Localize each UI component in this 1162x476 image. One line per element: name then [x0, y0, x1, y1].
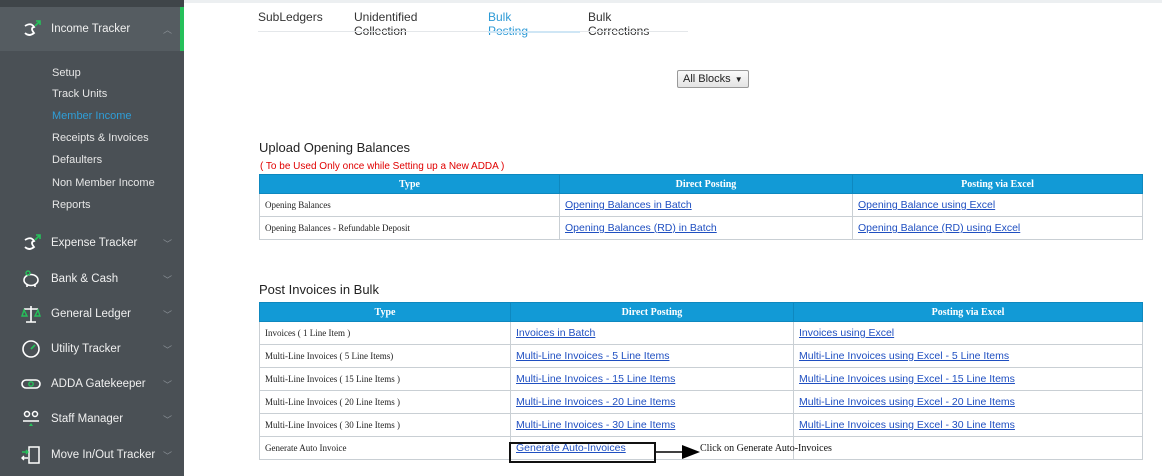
callout-text: Click on Generate Auto-Invoices [700, 443, 832, 454]
sidebar-subitem-setup[interactable]: Setup [52, 67, 81, 79]
sidebar-group-label: General Ledger [51, 308, 131, 320]
caret-down-icon: ▼ [734, 74, 743, 84]
scales-icon [20, 303, 42, 325]
opening-balances-note: ( To be Used Only once while Setting up … [260, 161, 505, 172]
piggy-bank-icon [20, 268, 42, 290]
expense-tracker-icon [20, 232, 42, 254]
block-select-value: All Blocks [683, 73, 731, 85]
sidebar-subitem-track-units[interactable]: Track Units [52, 88, 107, 100]
column-header: Type [259, 174, 560, 194]
chevron-up-icon: ︿ [163, 24, 173, 35]
row-type: Multi-Line Invoices ( 20 Line Items ) [259, 390, 511, 414]
column-header: Direct Posting [559, 174, 853, 194]
gauge-icon [20, 338, 42, 360]
row-type: Opening Balances [259, 193, 560, 217]
multi-line-15-link[interactable]: Multi-Line Invoices - 15 Line Items [516, 373, 675, 385]
table-header-row: Type Direct Posting Posting via Excel [259, 302, 1143, 322]
sidebar-top-edge [0, 0, 184, 7]
sidebar-group-label: Income Tracker [51, 23, 131, 35]
sidebar-subitem-defaulters[interactable]: Defaulters [52, 154, 102, 166]
chevron-down-icon: ﹀ [163, 450, 173, 461]
sidebar-subitem-member-income[interactable]: Member Income [52, 110, 131, 122]
table-row: Multi-Line Invoices ( 15 Line Items ) Mu… [259, 367, 1143, 391]
row-type: Multi-Line Invoices ( 15 Line Items ) [259, 367, 511, 391]
column-header: Direct Posting [510, 302, 794, 322]
tab-bulk-posting[interactable]: Bulk Posting [488, 10, 528, 38]
table-row: Opening Balances - Refundable Deposit Op… [259, 216, 1143, 240]
row-type: Opening Balances - Refundable Deposit [259, 216, 560, 240]
staff-icon [20, 408, 42, 430]
chevron-down-icon: ﹀ [163, 414, 173, 425]
table-row: Multi-Line Invoices ( 30 Line Items ) Mu… [259, 413, 1143, 437]
sidebar-group-general-ledger[interactable]: General Ledger ﹀ [0, 296, 184, 332]
multi-line-15-excel-link[interactable]: Multi-Line Invoices using Excel - 15 Lin… [799, 373, 1015, 385]
row-type: Multi-Line Invoices ( 5 Line Items) [259, 344, 511, 368]
gatekeeper-icon [20, 373, 42, 395]
chevron-down-icon: ﹀ [163, 274, 173, 285]
sidebar-group-bank-cash[interactable]: Bank & Cash ﹀ [0, 261, 184, 297]
invoices-excel-link[interactable]: Invoices using Excel [799, 327, 894, 339]
multi-line-20-link[interactable]: Multi-Line Invoices - 20 Line Items [516, 396, 675, 408]
column-header: Posting via Excel [852, 174, 1143, 194]
chevron-down-icon: ﹀ [163, 238, 173, 249]
table-row: Multi-Line Invoices ( 5 Line Items) Mult… [259, 344, 1143, 368]
sidebar-group-move-in-out-tracker[interactable]: Move In/Out Tracker ﹀ [0, 437, 184, 473]
tab-unidentified-collection[interactable]: Unidentified Collection [354, 10, 417, 38]
top-divider [184, 0, 1162, 3]
tab-subledgers[interactable]: SubLedgers [258, 10, 323, 24]
sidebar-group-label: Bank & Cash [51, 273, 119, 285]
sidebar-group-label: Move In/Out Tracker [51, 449, 156, 461]
sidebar-group-label: ADDA Gatekeeper [51, 378, 146, 390]
callout-highlight-box [509, 442, 656, 463]
invoices-batch-link[interactable]: Invoices in Batch [516, 327, 595, 339]
sidebar-subitem-non-member-income[interactable]: Non Member Income [52, 177, 155, 189]
row-type: Multi-Line Invoices ( 30 Line Items ) [259, 413, 511, 437]
multi-line-30-excel-link[interactable]: Multi-Line Invoices using Excel - 30 Lin… [799, 419, 1015, 431]
row-type: Invoices ( 1 Line Item ) [259, 321, 511, 345]
sidebar-group-income-tracker-row[interactable]: Income Tracker ︿ [0, 11, 184, 47]
opening-balances-batch-link[interactable]: Opening Balances in Batch [565, 199, 692, 211]
sidebar: Income Tracker ︿ Setup Track Units Membe… [0, 0, 184, 476]
post-invoices-table: Type Direct Posting Posting via Excel In… [259, 302, 1143, 460]
sidebar-group-adda-gatekeeper[interactable]: ADDA Gatekeeper ﹀ [0, 366, 184, 402]
table-row: Opening Balances Opening Balances in Bat… [259, 193, 1143, 217]
opening-balance-excel-link[interactable]: Opening Balance using Excel [858, 199, 995, 211]
column-header: Posting via Excel [793, 302, 1143, 322]
tab-bulk-corrections[interactable]: Bulk Corrections [588, 10, 649, 38]
tab-active-indicator [488, 31, 580, 33]
sidebar-group-expense-tracker[interactable]: Expense Tracker ﹀ [0, 225, 184, 261]
multi-line-5-excel-link[interactable]: Multi-Line Invoices using Excel - 5 Line… [799, 350, 1009, 362]
sidebar-group-staff-manager[interactable]: Staff Manager ﹀ [0, 401, 184, 437]
empty-cell [793, 436, 1143, 460]
table-row: Invoices ( 1 Line Item ) Invoices in Bat… [259, 321, 1143, 345]
sidebar-group-label: Staff Manager [51, 413, 124, 425]
opening-balance-rd-excel-link[interactable]: Opening Balance (RD) using Excel [858, 222, 1020, 234]
block-select[interactable]: All Blocks ▼ [677, 70, 749, 88]
sidebar-group-income-tracker[interactable]: Income Tracker ︿ [0, 7, 184, 51]
opening-balances-rd-batch-link[interactable]: Opening Balances (RD) in Batch [565, 222, 717, 234]
callout-arrow-icon [656, 445, 700, 459]
post-invoices-title: Post Invoices in Bulk [259, 282, 379, 297]
row-type: Generate Auto Invoice [259, 436, 511, 460]
multi-line-5-link[interactable]: Multi-Line Invoices - 5 Line Items [516, 350, 669, 362]
table-header-row: Type Direct Posting Posting via Excel [259, 174, 1143, 194]
sidebar-group-label: Expense Tracker [51, 237, 138, 249]
table-row: Multi-Line Invoices ( 20 Line Items ) Mu… [259, 390, 1143, 414]
sidebar-group-utility-tracker[interactable]: Utility Tracker ﹀ [0, 331, 184, 367]
opening-balances-table: Type Direct Posting Posting via Excel Op… [259, 174, 1143, 240]
chevron-down-icon: ﹀ [163, 379, 173, 390]
chevron-down-icon: ﹀ [163, 344, 173, 355]
sidebar-group-label: Utility Tracker [51, 343, 121, 355]
tab-divider [258, 31, 688, 32]
column-header: Type [259, 302, 511, 322]
multi-line-20-excel-link[interactable]: Multi-Line Invoices using Excel - 20 Lin… [799, 396, 1015, 408]
main-content: SubLedgers Unidentified Collection Bulk … [184, 0, 1162, 476]
move-in-out-icon [20, 444, 42, 466]
opening-balances-title: Upload Opening Balances [259, 140, 411, 155]
income-tracker-icon [20, 18, 42, 40]
multi-line-30-link[interactable]: Multi-Line Invoices - 30 Line Items [516, 419, 675, 431]
chevron-down-icon: ﹀ [163, 309, 173, 320]
sidebar-subitem-receipts-invoices[interactable]: Receipts & Invoices [52, 132, 149, 144]
sidebar-subitem-reports[interactable]: Reports [52, 199, 91, 211]
